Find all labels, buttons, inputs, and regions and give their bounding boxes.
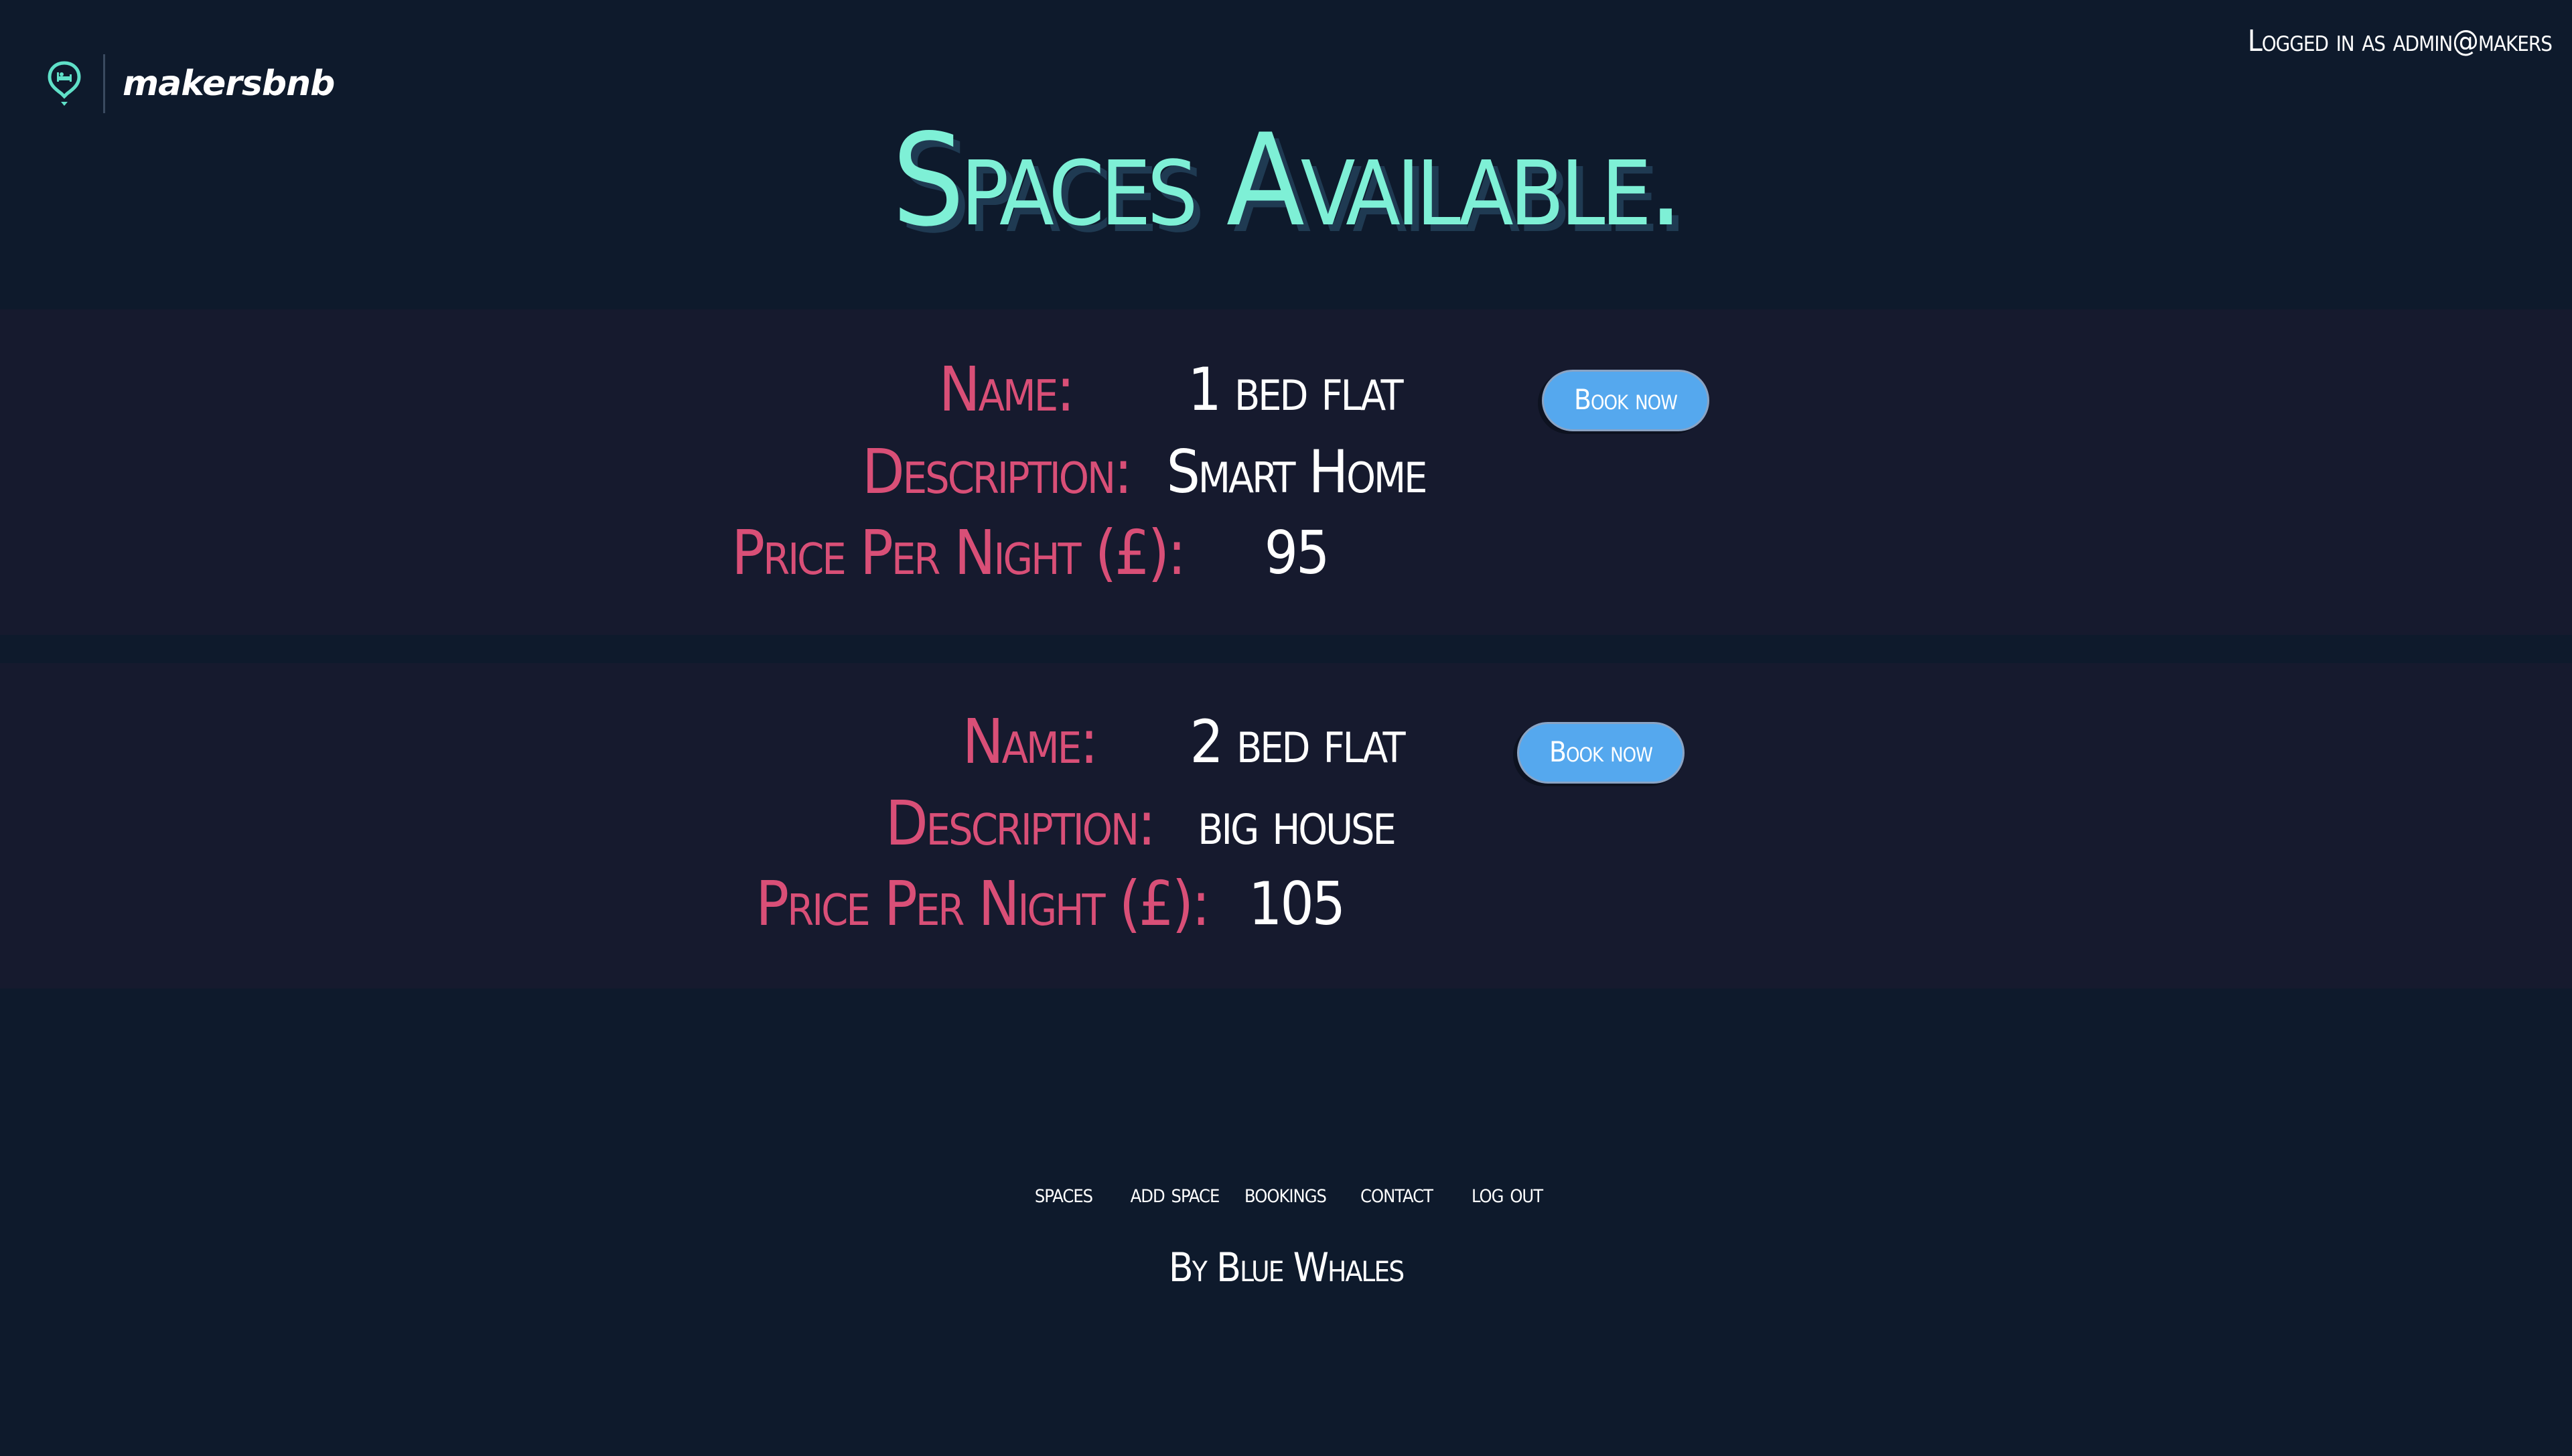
space-price: 105 — [1248, 869, 1346, 938]
name-label: Name: — [938, 354, 1075, 425]
price-label: Price Per Night (£): — [731, 517, 1186, 589]
price-label: Price Per Night (£): — [756, 868, 1210, 940]
login-status: Logged in as admin@makers — [2247, 24, 2553, 58]
footer-link-add-space[interactable]: add space — [1131, 1179, 1220, 1208]
space-name: 1 bed flat — [1188, 355, 1403, 424]
footer-link-contact[interactable]: contact — [1360, 1179, 1433, 1208]
description-row: Description: — [0, 784, 1156, 864]
space-description: big house — [1198, 789, 1396, 858]
footer-link-spaces[interactable]: spaces — [1035, 1179, 1093, 1208]
footer-link-bookings[interactable]: bookings — [1244, 1179, 1327, 1208]
footer-nav: spaces add space bookings contact log ou… — [0, 1179, 2572, 1226]
book-now-button[interactable]: Book now — [1542, 370, 1709, 431]
space-card: Name: 2 bed flat Description: big house … — [0, 663, 2572, 989]
book-now-button[interactable]: Book now — [1517, 722, 1685, 784]
name-row: Name: — [0, 350, 1075, 430]
space-price: 95 — [1264, 518, 1330, 587]
space-card: Name: 1 bed flat Description: Smart Home… — [0, 309, 2572, 635]
description-row: Description: — [0, 432, 1133, 512]
footer-link-log-out[interactable]: log out — [1472, 1179, 1543, 1208]
space-name: 2 bed flat — [1190, 707, 1405, 776]
name-label: Name: — [962, 706, 1098, 778]
price-row: Price Per Night (£): — [0, 513, 1186, 593]
footer-credit: By Blue Whales — [1168, 1244, 1405, 1291]
space-description: Smart Home — [1166, 437, 1428, 506]
name-row: Name: — [0, 702, 1098, 782]
description-label: Description: — [885, 788, 1156, 859]
description-label: Description: — [862, 436, 1133, 508]
brand-name[interactable]: makersbnb — [123, 64, 335, 104]
price-row: Price Per Night (£): — [0, 864, 1210, 944]
page-title: Spaces Available. — [891, 106, 1685, 254]
